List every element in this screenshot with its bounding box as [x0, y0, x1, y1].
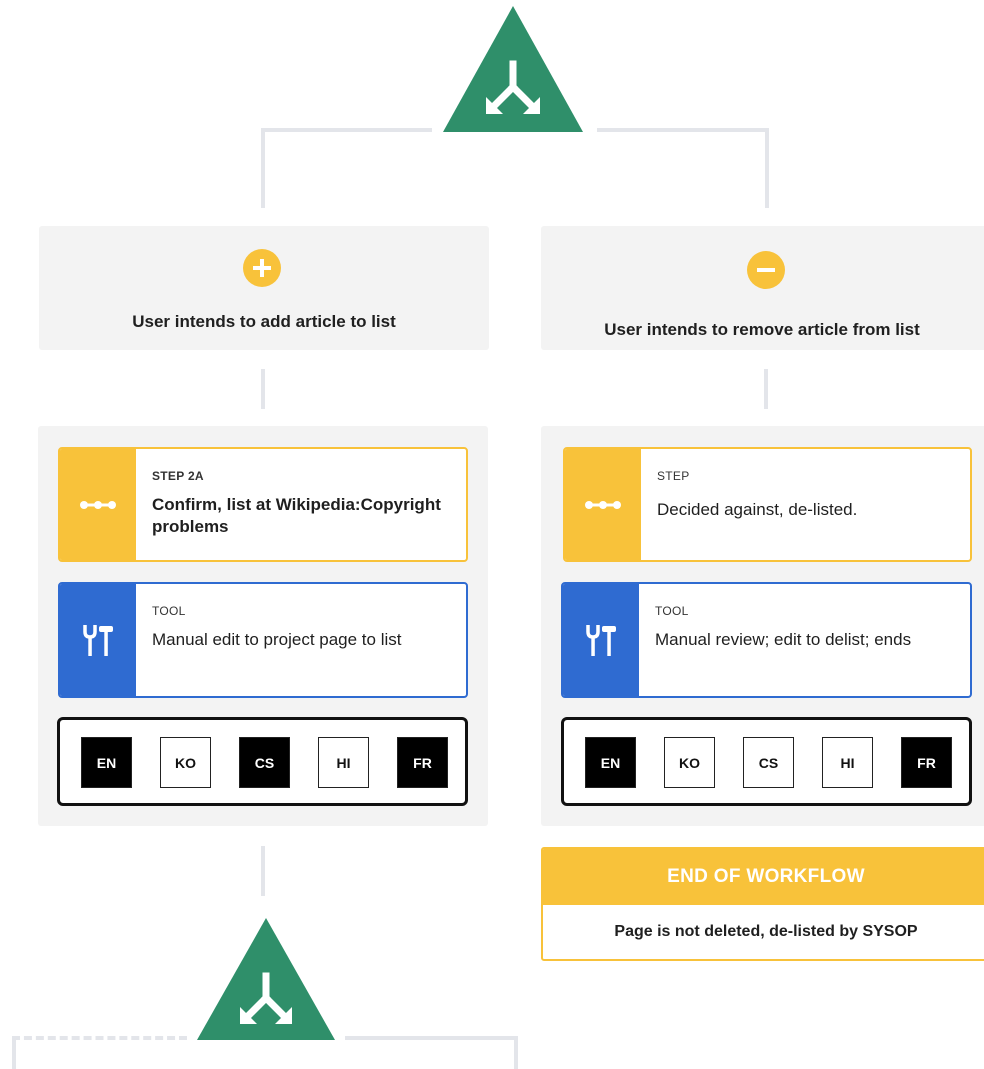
intent-panel-remove: User intends to remove article from list [541, 226, 984, 350]
top-split-node [443, 6, 583, 132]
tools-icon [586, 625, 616, 656]
language-bar-add: EN KO CS HI FR [57, 717, 468, 806]
top-connector-right-v [765, 128, 769, 208]
language-badge[interactable]: FR [901, 737, 952, 788]
language-badge[interactable]: KO [160, 737, 211, 788]
bottom-connector-dashed [12, 1036, 187, 1040]
step-caption: STEP 2A [152, 469, 204, 483]
plus-icon [243, 249, 281, 287]
top-connector-left-h [261, 128, 432, 132]
language-badge[interactable]: FR [397, 737, 448, 788]
step-panel-add: STEP 2A Confirm, list at Wikipedia:Copyr… [38, 426, 488, 826]
connector-left-mid [261, 369, 265, 409]
end-of-workflow-box: END OF WORKFLOW Page is not deleted, de-… [541, 847, 984, 961]
language-badge[interactable]: CS [239, 737, 290, 788]
tool-text: Manual edit to project page to list [152, 630, 402, 649]
tool-caption: TOOL [655, 604, 689, 618]
end-of-workflow-text: Page is not deleted, de-listed by SYSOP [614, 923, 918, 940]
step-card-remove: STEP Decided against, de-listed. [563, 447, 972, 562]
language-bar-remove: EN KO CS HI FR [561, 717, 972, 806]
step-caption: STEP [657, 469, 690, 483]
tool-card-add: TOOL Manual edit to project page to list [58, 582, 468, 698]
language-badge[interactable]: EN [81, 737, 132, 788]
step-card-add: STEP 2A Confirm, list at Wikipedia:Copyr… [58, 447, 468, 562]
tool-text: Manual review; edit to delist; ends [655, 630, 912, 649]
tool-card-remove: TOOL Manual review; edit to delist; ends [561, 582, 972, 698]
connector-left-bottom [261, 846, 265, 896]
dots-icon [80, 500, 116, 509]
intent-label-remove: User intends to remove article from list [604, 320, 920, 339]
intent-panel-add: User intends to add article to list [39, 226, 489, 350]
bottom-connector-dashed-v [12, 1036, 16, 1069]
tools-icon [83, 625, 113, 656]
top-connector-right-h [597, 128, 769, 132]
minus-icon [747, 251, 785, 289]
step-panel-remove: STEP Decided against, de-listed. TOOL Ma… [541, 426, 984, 826]
top-connector-left-v [261, 128, 265, 208]
step-text: Decided against, de-listed. [657, 500, 858, 519]
language-badge[interactable]: EN [585, 737, 636, 788]
language-badge[interactable]: KO [664, 737, 715, 788]
language-badge[interactable]: CS [743, 737, 794, 788]
dots-icon [585, 500, 621, 509]
connector-right-mid [764, 369, 768, 409]
bottom-connector-right-h [345, 1036, 518, 1040]
bottom-connector-right-v [514, 1036, 518, 1069]
tool-caption: TOOL [152, 604, 186, 618]
end-of-workflow-title: END OF WORKFLOW [543, 849, 984, 905]
intent-label-add: User intends to add article to list [132, 312, 396, 331]
language-badge[interactable]: HI [822, 737, 873, 788]
bottom-split-node [197, 918, 335, 1040]
step-text: Confirm, list at Wikipedia:Copyright pro… [152, 495, 441, 536]
language-badge[interactable]: HI [318, 737, 369, 788]
